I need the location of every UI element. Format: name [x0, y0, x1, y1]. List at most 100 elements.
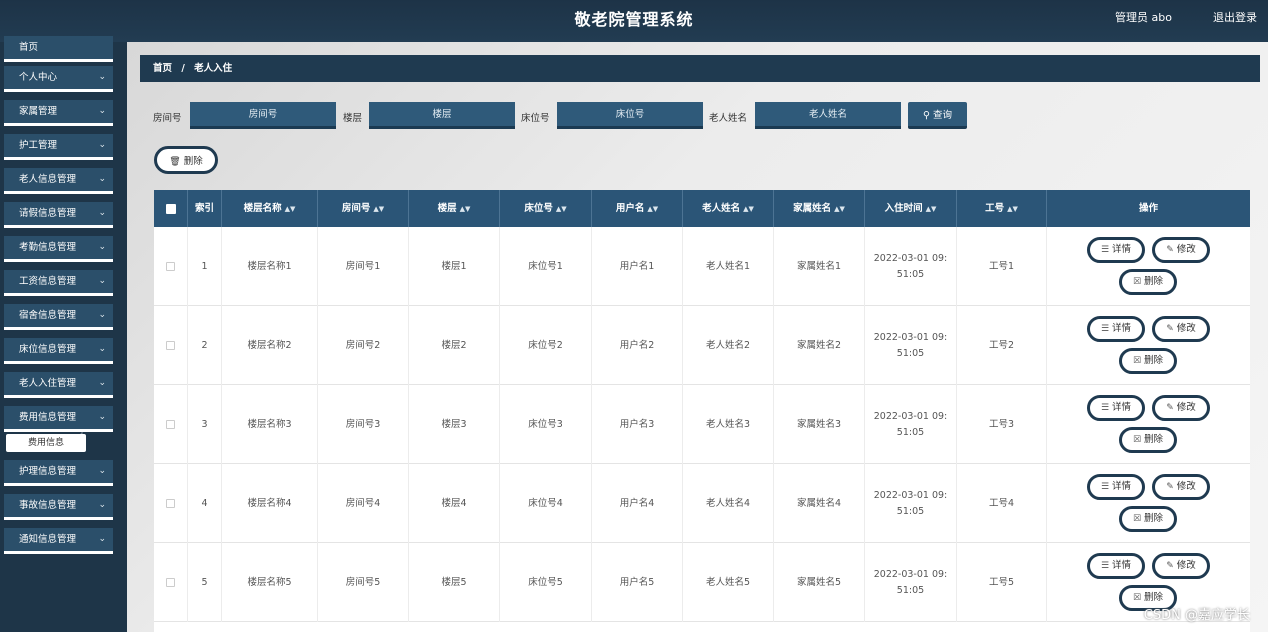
cell-floor: 楼层3	[409, 385, 500, 464]
room-input[interactable]	[190, 102, 336, 129]
sidebar-item-accident[interactable]: 事故信息管理 ⌄	[4, 494, 113, 520]
checkin-table: 索引 楼层名称 ▲▼ 房间号 ▲▼ 楼层 ▲▼ 床位号 ▲▼ 用户名 ▲▼ 老人姓名 ▲▼ …	[154, 190, 1250, 632]
document-icon: ☰	[1100, 482, 1110, 492]
sidebar-item-nursing[interactable]: 护理信息管理 ⌄	[4, 460, 113, 486]
submenu-item-fee-info[interactable]: 费用信息	[6, 434, 86, 452]
sidebar-item-attendance[interactable]: 考勤信息管理 ⌄	[4, 236, 113, 262]
sidebar-item-label: 个人中心	[19, 72, 58, 83]
header-floor-name[interactable]: 楼层名称 ▲▼	[222, 190, 318, 227]
chevron-down-icon: ⌄	[98, 310, 106, 320]
breadcrumb-home[interactable]: 首页	[153, 63, 172, 74]
chevron-down-icon: ⌄	[98, 534, 106, 544]
cell-staff-id: 工号4	[957, 464, 1047, 543]
sidebar-item-label: 床位信息管理	[19, 344, 77, 355]
sidebar-item-family[interactable]: 家属管理 ⌄	[4, 100, 113, 126]
select-all-checkbox[interactable]	[166, 204, 176, 214]
cell-elder-name: 老人姓名1	[683, 227, 774, 306]
delete-button[interactable]: ☒ 删除	[1119, 506, 1177, 532]
sidebar-item-caregiver[interactable]: 护工管理 ⌄	[4, 134, 113, 160]
sidebar-item-profile[interactable]: 个人中心 ⌄	[4, 66, 113, 92]
query-button[interactable]: ⚲ 查询	[908, 102, 967, 129]
cell-staff-id: 工号2	[957, 306, 1047, 385]
chevron-down-icon: ⌄	[98, 276, 106, 286]
sidebar-item-notice[interactable]: 通知信息管理 ⌄	[4, 528, 113, 554]
header-family-name[interactable]: 家属姓名 ▲▼	[774, 190, 865, 227]
cell-actions: ☰ 详情 ✎ 修改 ☒ 删除	[1047, 306, 1250, 385]
document-icon: ☰	[1100, 561, 1110, 571]
sidebar-item-label: 费用信息管理	[19, 412, 77, 423]
delete-button-label: 删除	[1144, 276, 1164, 287]
bulk-delete-button[interactable]: 🗑 删除	[154, 146, 218, 174]
cell-bed: 床位号2	[500, 306, 592, 385]
detail-button[interactable]: ☰ 详情	[1087, 316, 1145, 342]
bed-label: 床位号	[521, 113, 550, 124]
main-content: 首页 / 老人入住 房间号 楼层 床位号 老人姓名 ⚲ 查询 🗑 删除 索引 楼…	[127, 42, 1268, 632]
trash-icon: ☒	[1132, 593, 1142, 603]
sidebar-item-bed[interactable]: 床位信息管理 ⌄	[4, 338, 113, 364]
sidebar-item-label: 护工管理	[19, 140, 58, 151]
edit-button[interactable]: ✎ 修改	[1152, 316, 1210, 342]
header-username[interactable]: 用户名 ▲▼	[592, 190, 683, 227]
sidebar-item-home[interactable]: 首页	[4, 36, 113, 62]
table-row: 3 楼层名称3 房间号3 楼层3 床位号3 用户名3 老人姓名3 家属姓名3 2022-03-0…	[154, 385, 1250, 464]
cell-staff-id: 工号3	[957, 385, 1047, 464]
floor-input[interactable]	[369, 102, 515, 129]
sidebar-item-label: 护理信息管理	[19, 466, 77, 477]
detail-button[interactable]: ☰ 详情	[1087, 395, 1145, 421]
row-checkbox[interactable]	[166, 420, 175, 429]
header-room[interactable]: 房间号 ▲▼	[318, 190, 409, 227]
detail-button[interactable]: ☰ 详情	[1087, 474, 1145, 500]
edit-button[interactable]: ✎ 修改	[1152, 237, 1210, 263]
delete-button-label: 删除	[1144, 355, 1164, 366]
cell-username: 用户名2	[592, 306, 683, 385]
edit-icon: ✎	[1166, 561, 1174, 571]
sidebar-item-leave[interactable]: 请假信息管理 ⌄	[4, 202, 113, 228]
delete-button[interactable]: ☒ 删除	[1119, 427, 1177, 453]
cell-select	[154, 227, 188, 306]
cell-floor-name: 楼层名称1	[222, 227, 318, 306]
sidebar-item-elder-info[interactable]: 老人信息管理 ⌄	[4, 168, 113, 194]
edit-button[interactable]: ✎ 修改	[1152, 395, 1210, 421]
header-bed[interactable]: 床位号 ▲▼	[500, 190, 592, 227]
header-index: 索引	[188, 190, 222, 227]
chevron-down-icon: ⌄	[98, 174, 106, 184]
edit-button[interactable]: ✎ 修改	[1152, 474, 1210, 500]
header-elder-name[interactable]: 老人姓名 ▲▼	[683, 190, 774, 227]
trash-icon: 🗑	[169, 157, 181, 167]
watermark: CSDN @嘉应学长	[1143, 608, 1250, 623]
edit-button[interactable]: ✎ 修改	[1152, 553, 1210, 579]
edit-button-label: 修改	[1176, 402, 1196, 413]
bed-input[interactable]	[557, 102, 703, 129]
sidebar-item-dorm[interactable]: 宿舍信息管理 ⌄	[4, 304, 113, 330]
delete-button[interactable]: ☒ 删除	[1119, 269, 1177, 295]
edit-button-label: 修改	[1176, 481, 1196, 492]
cell-room: 房间号1	[318, 227, 409, 306]
sort-icon: ▲▼	[647, 205, 659, 213]
delete-button[interactable]: ☒ 删除	[1119, 348, 1177, 374]
cell-username: 用户名1	[592, 227, 683, 306]
sidebar-item-checkin[interactable]: 老人入住管理 ⌄	[4, 372, 113, 398]
edit-button-label: 修改	[1176, 244, 1196, 255]
row-checkbox[interactable]	[166, 341, 175, 350]
header-floor[interactable]: 楼层 ▲▼	[409, 190, 500, 227]
logout-link[interactable]: 退出登录	[1213, 9, 1257, 25]
elder-name-input[interactable]	[755, 102, 901, 129]
header-staff-id[interactable]: 工号 ▲▼	[957, 190, 1047, 227]
bulk-delete-label: 删除	[183, 156, 203, 167]
sidebar-item-label: 请假信息管理	[19, 208, 77, 219]
row-checkbox[interactable]	[166, 499, 175, 508]
sidebar-item-fee[interactable]: 费用信息管理 ⌄	[4, 406, 113, 432]
header-select	[154, 190, 188, 227]
detail-button[interactable]: ☰ 详情	[1087, 237, 1145, 263]
sort-icon: ▲▼	[834, 205, 845, 213]
detail-button[interactable]: ☰ 详情	[1087, 553, 1145, 579]
header-checkin-time[interactable]: 入住时间 ▲▼	[865, 190, 957, 227]
row-checkbox[interactable]	[166, 262, 175, 271]
cell-elder-name: 老人姓名4	[683, 464, 774, 543]
cell-elder-name: 老人姓名3	[683, 385, 774, 464]
row-checkbox[interactable]	[166, 578, 175, 587]
cell-family-name: 家属姓名4	[774, 464, 865, 543]
cell-elder-name: 老人姓名2	[683, 306, 774, 385]
cell-index: 2	[188, 306, 222, 385]
sidebar-item-salary[interactable]: 工资信息管理 ⌄	[4, 270, 113, 296]
